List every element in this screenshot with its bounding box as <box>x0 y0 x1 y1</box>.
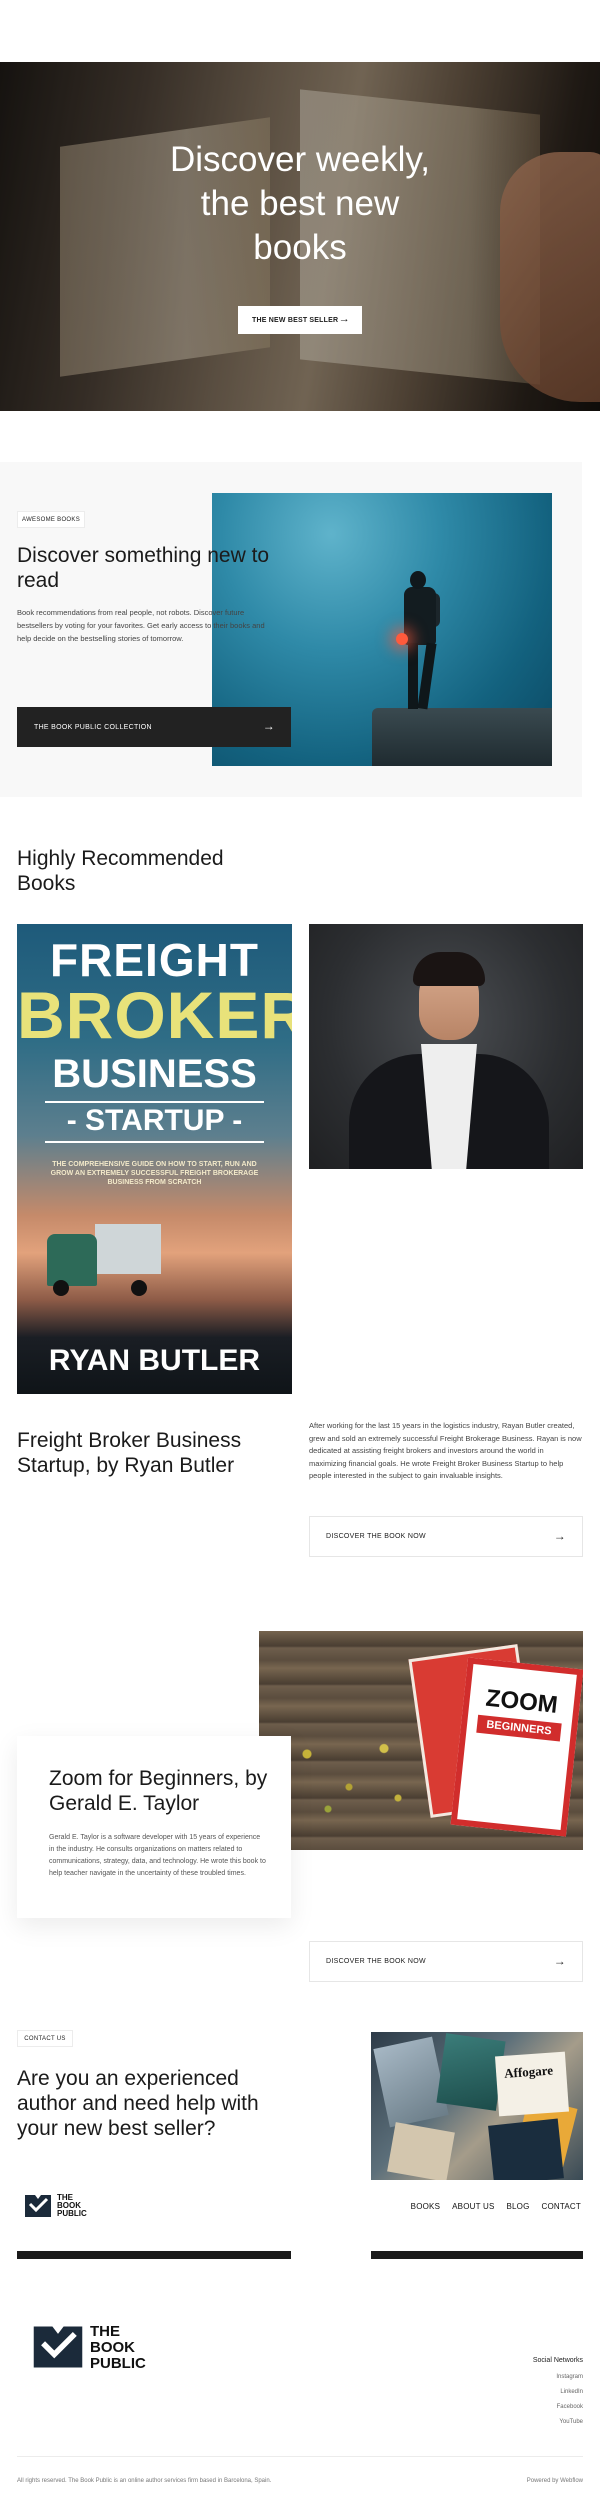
author-portrait-ryan-butler <box>309 924 583 1169</box>
social-networks-heading: Social Networks <box>532 2357 583 2364</box>
logo-check-icon <box>33 2326 83 2368</box>
new-best-seller-button[interactable]: THE NEW BEST SELLER → <box>238 306 362 334</box>
footer-divider <box>17 2456 583 2457</box>
nav-link-about-us[interactable]: ABOUT US <box>450 2200 496 2213</box>
awesome-books-tag: AWESOME BOOKS <box>17 511 85 528</box>
book1-title: Freight Broker Business Startup, by Ryan… <box>17 1429 242 1477</box>
nav-logo[interactable]: THE BOOK PUBLIC <box>23 2193 113 2221</box>
arrow-right-icon: → <box>553 1529 566 1543</box>
powered-by-link[interactable]: Powered by Webflow <box>420 2478 583 2484</box>
zoom-book-card: Zoom for Beginners, by Gerald E. Taylor … <box>17 1736 291 1918</box>
book2-title: Zoom for Beginners, by Gerald E. Taylor <box>49 1767 268 1815</box>
nav-link-blog[interactable]: BLOG <box>504 2200 531 2213</box>
feature-title: Discover something new to read <box>17 544 270 592</box>
book-public-collection-button[interactable]: THE BOOK PUBLIC COLLECTION → <box>17 707 291 747</box>
nav-links: BOOKS ABOUT US BLOG CONTACT <box>409 2200 583 2213</box>
discover-book-button-2[interactable]: DISCOVER THE BOOK NOW → <box>309 1941 583 1982</box>
truck-illustration <box>47 1224 161 1296</box>
social-link-youtube[interactable]: YouTube <box>460 2419 583 2425</box>
nav-link-contact[interactable]: CONTACT <box>540 2200 583 2213</box>
contact-us-tag: CONTACT US <box>17 2030 73 2047</box>
hero-title: Discover weekly, the best new books <box>170 140 430 267</box>
logo-check-icon <box>25 2195 51 2217</box>
arrow-right-icon: → <box>553 1954 566 1968</box>
discover-book-button-1[interactable]: DISCOVER THE BOOK NOW → <box>309 1516 583 1557</box>
social-link-instagram[interactable]: Instagram <box>460 2374 583 2380</box>
recommended-heading: Highly Recommended Books <box>17 847 224 895</box>
copyright-text: All rights reserved. The Book Public is … <box>17 2478 272 2484</box>
book2-description: Gerald E. Taylor is a software developer… <box>49 1834 266 1877</box>
feature-text: Book recommendations from real people, n… <box>17 608 265 643</box>
freight-broker-book-cover[interactable]: FREIGHT BROKER BUSINESS - STARTUP - THE … <box>17 924 292 1394</box>
footer-logo[interactable]: THE BOOK PUBLIC <box>30 2322 160 2374</box>
social-link-linkedin[interactable]: LinkedIn <box>460 2389 583 2395</box>
arrow-right-icon: → <box>262 719 275 733</box>
contact-title: Are you an experienced author and need h… <box>17 2067 259 2140</box>
magazines-image: Affogare <box>371 2032 583 2180</box>
book1-description: After working for the last 15 years in t… <box>309 1421 582 1480</box>
zoom-book-image: ZOOM BEGINNERS <box>259 1631 583 1850</box>
nav-link-books[interactable]: BOOKS <box>409 2200 442 2213</box>
social-link-facebook[interactable]: Facebook <box>460 2404 583 2410</box>
arrow-right-icon: → <box>338 313 350 325</box>
navbar: THE BOOK PUBLIC BOOKS ABOUT US BLOG CONT… <box>17 2181 583 2251</box>
